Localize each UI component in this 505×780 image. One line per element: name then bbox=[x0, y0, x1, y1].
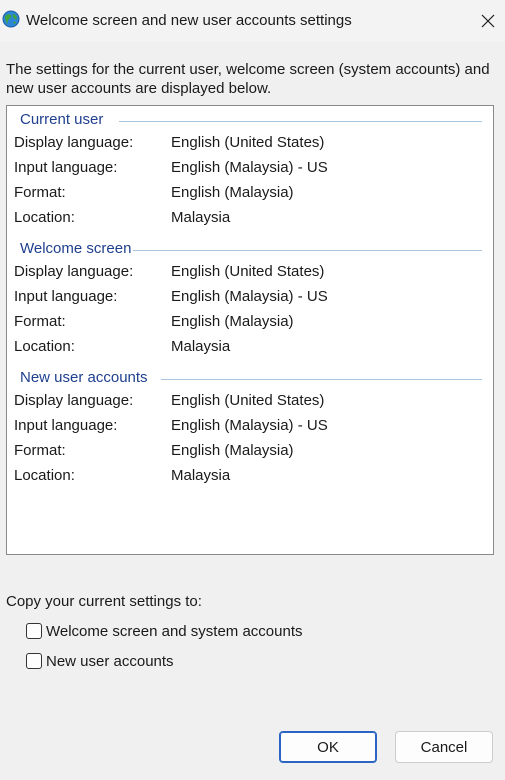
section-current-user: Current user Display language: English (U… bbox=[7, 111, 493, 231]
checkbox-label[interactable]: New user accounts bbox=[46, 653, 174, 670]
setting-row: Display language: English (United States) bbox=[7, 260, 493, 285]
intro-text: The settings for the current user, welco… bbox=[6, 61, 490, 97]
cancel-button[interactable]: Cancel bbox=[395, 731, 493, 763]
title-bar: Welcome screen and new user accounts set… bbox=[0, 0, 505, 42]
checkbox-label[interactable]: Welcome screen and system accounts bbox=[46, 623, 303, 640]
window-title: Welcome screen and new user accounts set… bbox=[26, 12, 352, 29]
setting-value: English (Malaysia) - US bbox=[171, 159, 328, 176]
setting-value: Malaysia bbox=[171, 338, 231, 355]
setting-value: English (United States) bbox=[171, 263, 325, 280]
copy-to-new-users-checkbox[interactable]: New user accounts bbox=[26, 651, 174, 671]
setting-value: Malaysia bbox=[171, 209, 231, 226]
setting-row: Format: English (Malaysia) bbox=[7, 439, 493, 464]
copy-to-welcome-screen-checkbox[interactable]: Welcome screen and system accounts bbox=[26, 621, 303, 641]
checkbox-box[interactable] bbox=[26, 623, 42, 639]
setting-row: Location: Malaysia bbox=[7, 335, 493, 360]
setting-row: Display language: English (United States) bbox=[7, 389, 493, 414]
copy-settings-label: Copy your current settings to: bbox=[6, 593, 202, 610]
setting-label: Location: bbox=[14, 209, 75, 226]
setting-value: English (Malaysia) - US bbox=[171, 288, 328, 305]
setting-label: Display language: bbox=[14, 392, 134, 409]
setting-row: Format: English (Malaysia) bbox=[7, 310, 493, 335]
setting-row: Format: English (Malaysia) bbox=[7, 181, 493, 206]
setting-label: Format: bbox=[14, 313, 66, 330]
section-divider bbox=[161, 379, 482, 380]
setting-row: Location: Malaysia bbox=[7, 206, 493, 231]
setting-label: Input language: bbox=[14, 417, 118, 434]
setting-value: English (United States) bbox=[171, 134, 325, 151]
setting-label: Input language: bbox=[14, 288, 118, 305]
setting-label: Display language: bbox=[14, 134, 134, 151]
setting-value: English (Malaysia) - US bbox=[171, 417, 328, 434]
close-button[interactable] bbox=[471, 0, 505, 42]
setting-value: English (Malaysia) bbox=[171, 313, 294, 330]
setting-row: Input language: English (Malaysia) - US bbox=[7, 156, 493, 181]
close-icon bbox=[481, 14, 495, 28]
setting-value: English (Malaysia) bbox=[171, 442, 294, 459]
setting-label: Location: bbox=[14, 467, 75, 484]
setting-label: Format: bbox=[14, 184, 66, 201]
checkbox-box[interactable] bbox=[26, 653, 42, 669]
settings-panel: Current user Display language: English (U… bbox=[6, 105, 494, 555]
section-new-user-accounts: New user accounts Display language: Engli… bbox=[7, 369, 493, 489]
setting-label: Display language: bbox=[14, 263, 134, 280]
setting-value: English (Malaysia) bbox=[171, 184, 294, 201]
setting-value: English (United States) bbox=[171, 392, 325, 409]
setting-label: Input language: bbox=[14, 159, 118, 176]
section-divider bbox=[133, 250, 482, 251]
setting-label: Location: bbox=[14, 338, 75, 355]
globe-icon bbox=[2, 10, 20, 28]
section-welcome-screen: Welcome screen Display language: English … bbox=[7, 240, 493, 360]
setting-row: Display language: English (United States) bbox=[7, 131, 493, 156]
setting-value: Malaysia bbox=[171, 467, 231, 484]
section-title: New user accounts bbox=[20, 369, 152, 386]
setting-row: Input language: English (Malaysia) - US bbox=[7, 285, 493, 310]
section-divider bbox=[119, 121, 482, 122]
ok-button[interactable]: OK bbox=[279, 731, 377, 763]
section-title: Welcome screen bbox=[20, 240, 136, 257]
setting-row: Input language: English (Malaysia) - US bbox=[7, 414, 493, 439]
setting-label: Format: bbox=[14, 442, 66, 459]
section-title: Current user bbox=[20, 111, 108, 128]
setting-row: Location: Malaysia bbox=[7, 464, 493, 489]
